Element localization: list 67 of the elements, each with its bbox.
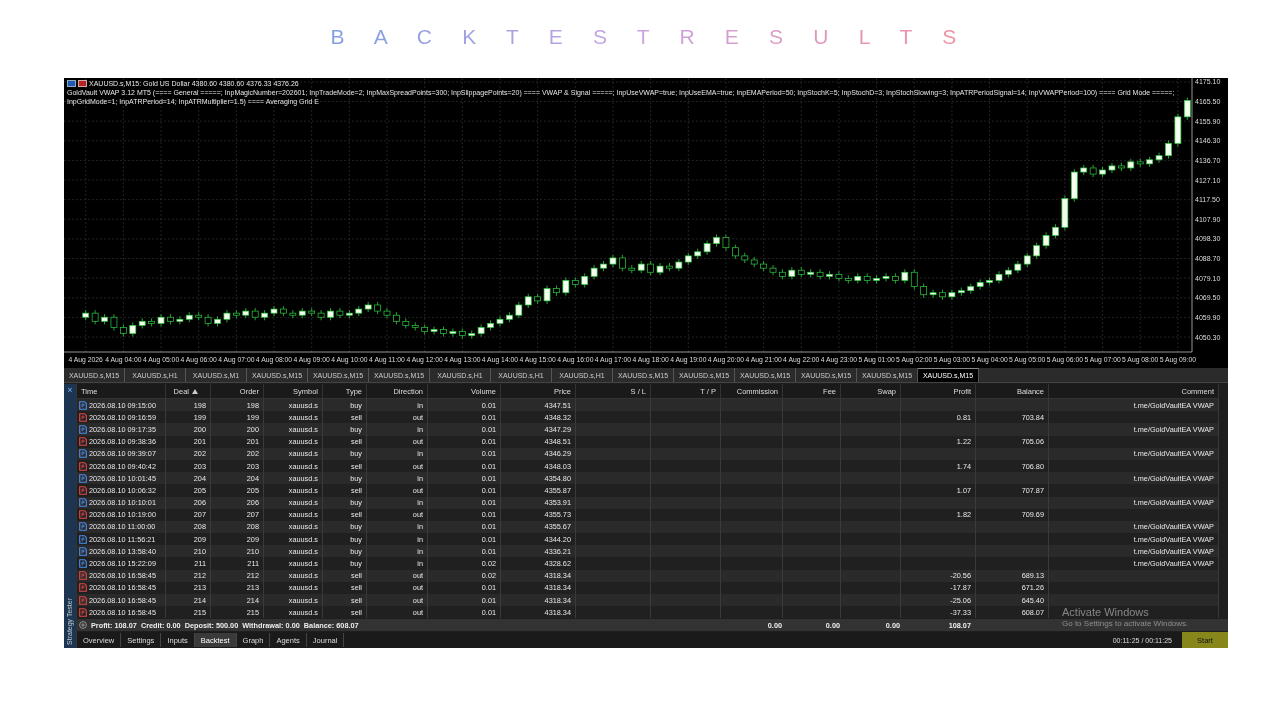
candlestick bbox=[261, 309, 268, 321]
sort-icon bbox=[192, 388, 198, 394]
candlestick bbox=[929, 289, 937, 299]
activation-notice-text: Go to Settings to activate Windows. bbox=[1062, 619, 1189, 628]
candlestick bbox=[948, 289, 956, 301]
candlestick bbox=[233, 309, 240, 319]
candlestick bbox=[656, 262, 664, 276]
candlestick bbox=[101, 313, 108, 325]
candlestick bbox=[1118, 162, 1125, 172]
candlestick bbox=[760, 260, 767, 272]
candlestick bbox=[534, 293, 541, 305]
candlestick bbox=[732, 244, 739, 260]
candlestick bbox=[1108, 162, 1116, 174]
activation-notice-title: Activate Windows bbox=[1062, 606, 1150, 618]
candlestick bbox=[882, 272, 890, 282]
candlestick bbox=[167, 313, 174, 325]
candlestick bbox=[223, 309, 231, 323]
candlestick bbox=[553, 285, 560, 297]
candlestick bbox=[939, 289, 946, 301]
candlestick bbox=[600, 260, 607, 272]
candlestick bbox=[270, 305, 278, 317]
candlestick bbox=[873, 274, 880, 284]
candlestick bbox=[995, 270, 1003, 284]
candlestick bbox=[845, 274, 852, 284]
candlestick bbox=[421, 324, 428, 335]
candlestick bbox=[280, 305, 287, 317]
candlestick bbox=[958, 287, 965, 297]
close-button[interactable]: × bbox=[67, 384, 73, 396]
candlestick bbox=[430, 326, 438, 335]
candlestick bbox=[374, 301, 381, 315]
candlestick bbox=[769, 264, 777, 276]
candlestick bbox=[722, 234, 730, 252]
expand-icon[interactable] bbox=[79, 621, 87, 630]
candlestick bbox=[346, 309, 353, 319]
candlestick bbox=[440, 326, 447, 338]
candlestick bbox=[336, 307, 344, 319]
candlestick bbox=[986, 276, 993, 286]
candlestick bbox=[543, 285, 551, 305]
candlestick bbox=[1005, 266, 1012, 278]
candlestick bbox=[1099, 166, 1106, 178]
candlestick bbox=[892, 272, 899, 284]
candlestick bbox=[835, 270, 843, 282]
candlestick bbox=[1042, 232, 1050, 250]
candlestick bbox=[157, 313, 165, 327]
candlestick bbox=[214, 315, 221, 327]
candlestick bbox=[487, 319, 494, 331]
candlestick bbox=[666, 262, 673, 272]
candlestick bbox=[779, 268, 786, 280]
candlestick bbox=[647, 260, 654, 276]
candlestick bbox=[120, 324, 127, 338]
candlestick bbox=[1146, 156, 1153, 168]
candlestick bbox=[1155, 152, 1163, 164]
candlestick bbox=[148, 317, 155, 327]
candlestick bbox=[327, 307, 334, 321]
candlestick bbox=[609, 254, 617, 268]
candlestick bbox=[110, 313, 118, 331]
candlestick bbox=[826, 270, 833, 280]
candlestick bbox=[619, 254, 626, 272]
candlestick bbox=[506, 311, 513, 323]
candlestick bbox=[1033, 242, 1040, 260]
candlestick bbox=[393, 311, 400, 325]
candlestick bbox=[713, 234, 720, 248]
candlestick bbox=[1052, 223, 1059, 239]
candlestick bbox=[1165, 139, 1172, 160]
candlestick bbox=[920, 283, 927, 299]
candlestick bbox=[496, 315, 504, 327]
candlestick bbox=[383, 307, 391, 319]
